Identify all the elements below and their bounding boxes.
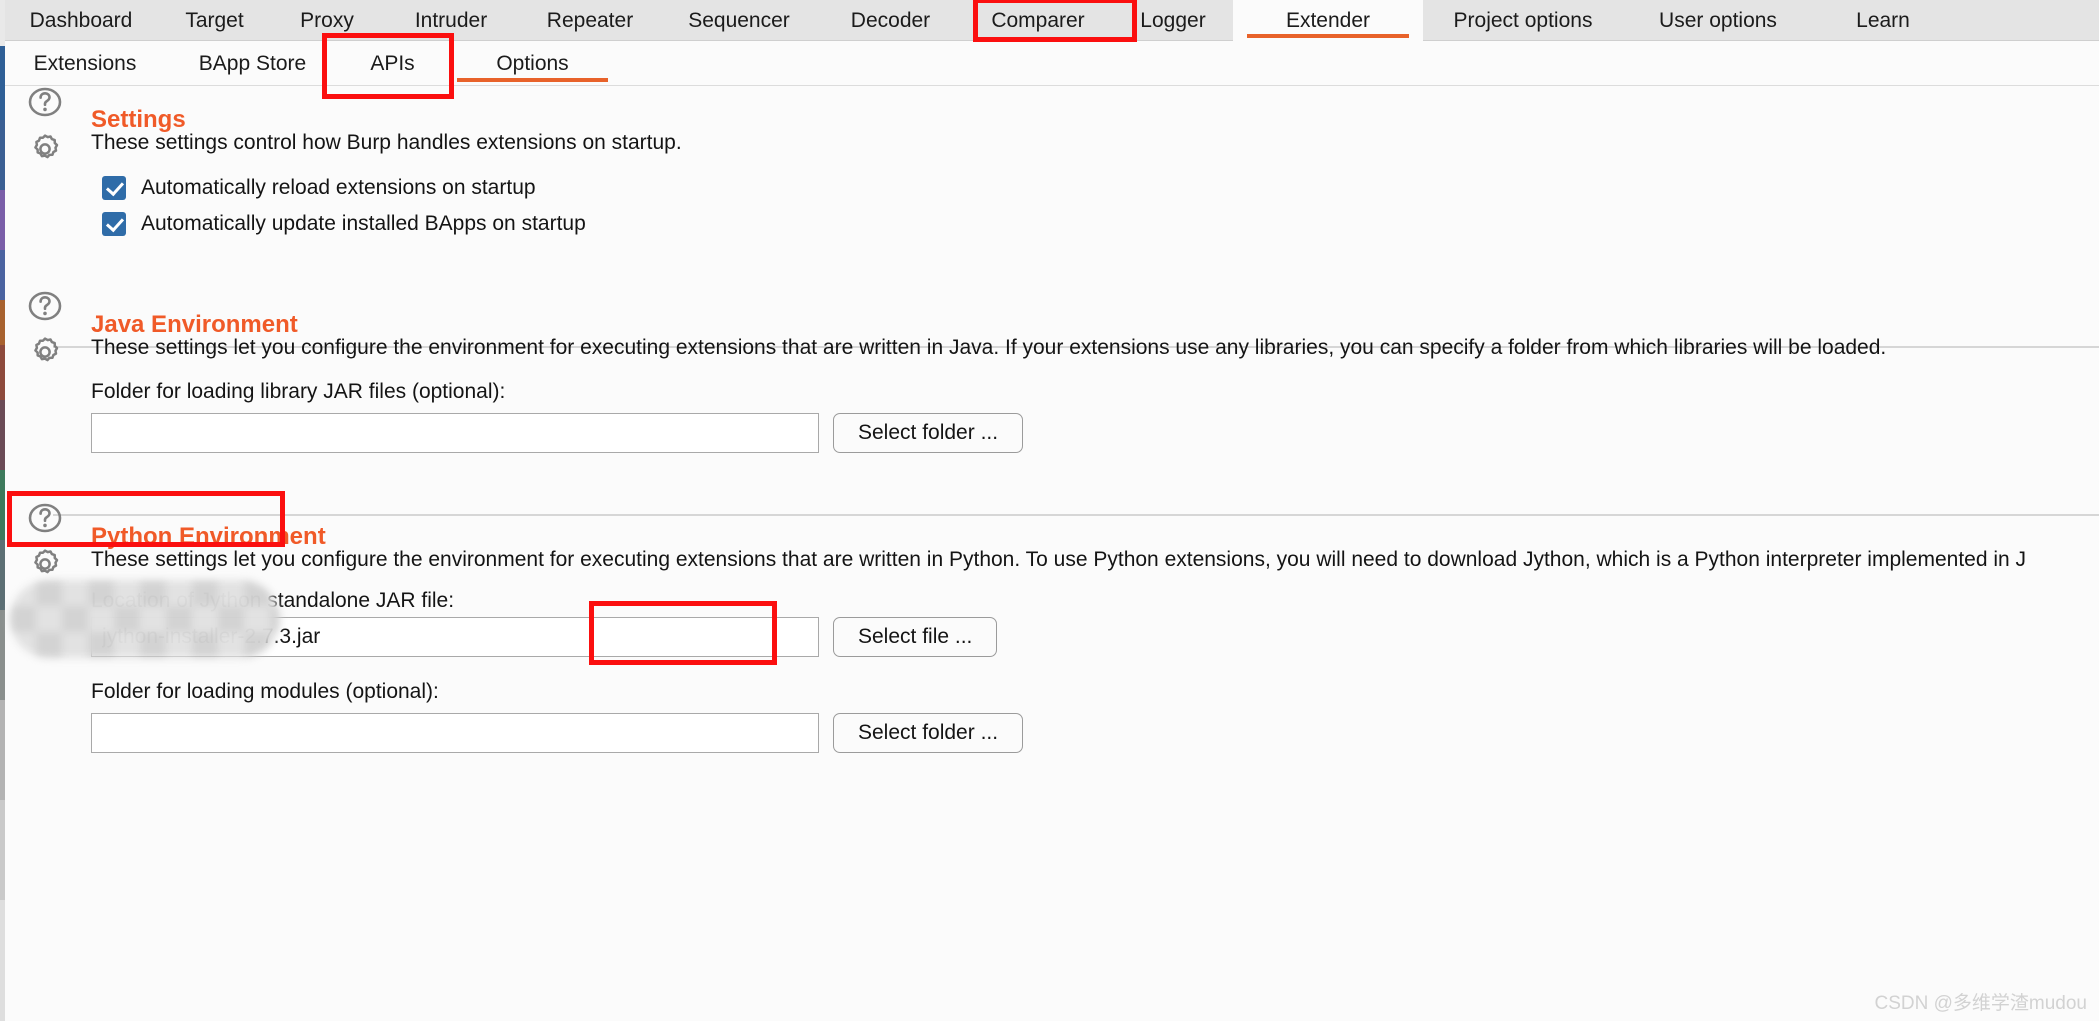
tab-dashboard[interactable]: Dashboard (5, 0, 157, 41)
redaction-blur-overlay (10, 580, 280, 658)
settings-help-icon[interactable] (27, 84, 63, 120)
tab-label: Intruder (414, 8, 488, 32)
jython-select-file-button[interactable]: Select file ... (833, 617, 998, 657)
options-content-panel: Settings These settings control how Burp… (5, 86, 2099, 1021)
tab-comparer[interactable]: Comparer (963, 0, 1113, 41)
tab-label: Decoder (850, 8, 931, 32)
java-environment-section-description: These settings let you configure the env… (91, 336, 1887, 359)
checkbox-label: Automatically reload extensions on start… (141, 176, 536, 199)
tab-project-options[interactable]: Project options (1423, 0, 1623, 41)
java-environment-gear-icon[interactable] (27, 334, 63, 370)
checkbox-checked-icon[interactable] (102, 176, 126, 200)
python-environment-gear-icon[interactable] (27, 546, 63, 582)
tab-intruder[interactable]: Intruder (382, 0, 520, 41)
watermark-text: CSDN @多维学渣mudou (1874, 993, 2088, 1014)
tab-decoder[interactable]: Decoder (818, 0, 963, 41)
tab-label: Proxy (300, 8, 354, 32)
tab-sequencer[interactable]: Sequencer (660, 0, 818, 41)
java-library-folder-label: Folder for loading library JAR files (op… (91, 380, 506, 403)
subtab-label: BApp Store (198, 51, 307, 75)
tab-proxy[interactable]: Proxy (272, 0, 382, 41)
tab-label: Dashboard (29, 8, 133, 32)
tab-label: Learn (1856, 8, 1910, 32)
subtab-bapp-store[interactable]: BApp Store (165, 41, 340, 86)
java-select-folder-button[interactable]: Select folder ... (833, 413, 1024, 453)
python-select-folder-button[interactable]: Select folder ... (833, 713, 1024, 753)
tab-label: Logger (1140, 8, 1206, 32)
app-window: Dashboard Target Proxy Intruder Repeater… (0, 0, 2099, 1021)
tab-label: User options (1659, 8, 1777, 32)
tab-user-options[interactable]: User options (1623, 0, 1813, 41)
tab-label: Repeater (546, 8, 634, 32)
checkbox-auto-update-bapps[interactable]: Automatically update installed BApps on … (102, 212, 586, 236)
java-environment-help-icon[interactable] (27, 288, 63, 324)
tab-label: Extender (1285, 8, 1371, 32)
checkbox-auto-reload-extensions[interactable]: Automatically reload extensions on start… (102, 176, 536, 200)
extender-sub-tab-bar: Extensions BApp Store APIs Options (5, 41, 2099, 86)
tab-target[interactable]: Target (157, 0, 272, 41)
tab-label: Sequencer (688, 8, 790, 32)
tab-extender[interactable]: Extender (1233, 0, 1423, 41)
tab-repeater[interactable]: Repeater (520, 0, 660, 41)
subtab-label: Options (496, 51, 569, 75)
settings-section-title: Settings (91, 105, 186, 133)
subtab-apis[interactable]: APIs (340, 41, 445, 86)
tab-label: Project options (1453, 8, 1593, 32)
java-environment-section-title: Java Environment (91, 310, 298, 338)
python-environment-help-icon[interactable] (27, 500, 63, 536)
tab-label: Comparer (991, 8, 1085, 32)
tab-label: Target (185, 8, 244, 32)
python-modules-folder-label: Folder for loading modules (optional): (91, 680, 439, 703)
subtab-extensions[interactable]: Extensions (5, 41, 165, 86)
checkbox-label: Automatically update installed BApps on … (141, 212, 586, 235)
tab-logger[interactable]: Logger (1113, 0, 1233, 41)
subtab-label: Extensions (33, 51, 137, 75)
main-tab-bar: Dashboard Target Proxy Intruder Repeater… (5, 0, 2099, 41)
checkbox-checked-icon[interactable] (102, 212, 126, 236)
subtab-label: APIs (370, 51, 415, 75)
python-modules-folder-input[interactable] (91, 713, 819, 753)
settings-gear-icon[interactable] (27, 131, 63, 167)
python-environment-section-description: These settings let you configure the env… (91, 548, 2027, 571)
subtab-options[interactable]: Options (445, 41, 620, 86)
python-environment-section-title: Python Environment (91, 522, 326, 550)
settings-section-description: These settings control how Burp handles … (91, 131, 682, 154)
java-library-folder-input[interactable] (91, 413, 819, 453)
section-divider (53, 514, 2099, 516)
tab-learn[interactable]: Learn (1813, 0, 1953, 41)
